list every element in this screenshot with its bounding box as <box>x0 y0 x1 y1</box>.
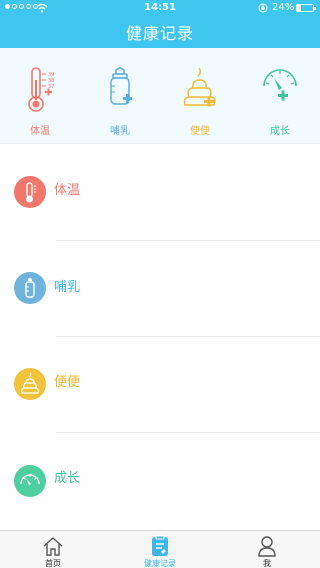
profile-icon <box>258 536 276 557</box>
tab-label: 我 <box>263 559 271 568</box>
tab-home[interactable]: 首页 <box>0 531 106 568</box>
list-item-label: 哺乳 <box>54 280 81 295</box>
list-item-temperature[interactable]: 体温 <box>0 144 320 241</box>
tab-health-record[interactable]: 健康记录 <box>107 531 213 568</box>
record-list: 体温 哺乳 便便 成长 <box>0 144 320 530</box>
home-icon <box>43 537 63 556</box>
quick-add-label: 哺乳 <box>110 126 130 137</box>
quick-add-label: 体温 <box>30 126 50 137</box>
status-bar: 14:51 24% <box>0 0 320 16</box>
battery-icon <box>296 4 316 12</box>
quick-add-label: 便便 <box>190 126 210 137</box>
battery-percent: 24% <box>272 2 295 13</box>
list-item-label: 成长 <box>54 471 81 486</box>
orientation-lock-icon <box>258 3 268 13</box>
list-item-stool[interactable]: 便便 <box>0 337 320 433</box>
growth-gauge-icon <box>263 69 297 101</box>
list-item-label: 体温 <box>54 183 81 198</box>
quick-add-growth[interactable]: 成长 <box>240 48 320 144</box>
poop-icon <box>14 368 46 400</box>
thermometer-icon: 39 38 37 <box>28 67 54 112</box>
baby-bottle-icon <box>14 272 46 304</box>
quick-add-label: 成长 <box>270 126 290 137</box>
list-item-feeding[interactable]: 哺乳 <box>0 241 320 337</box>
list-item-label: 便便 <box>54 375 81 390</box>
growth-gauge-icon <box>14 465 46 497</box>
quick-add-bar: 39 38 37 体温 哺乳 便便 成长 <box>0 48 320 144</box>
health-record-icon <box>152 535 168 556</box>
quick-add-temperature[interactable]: 39 38 37 体温 <box>0 48 80 144</box>
tab-label: 首页 <box>45 559 61 568</box>
quick-add-stool[interactable]: 便便 <box>160 48 240 144</box>
tab-label: 健康记录 <box>144 559 176 568</box>
tab-bar: 首页 健康记录 我 <box>0 530 320 568</box>
page-title: 健康记录 <box>125 24 194 43</box>
thermometer-icon <box>14 176 46 208</box>
tab-profile[interactable]: 我 <box>214 531 320 568</box>
poop-icon <box>183 67 216 107</box>
list-item-growth[interactable]: 成长 <box>0 433 320 529</box>
quick-add-feeding[interactable]: 哺乳 <box>80 48 160 144</box>
baby-bottle-icon <box>110 67 132 105</box>
app-header: 14:51 24% 健康记录 <box>0 0 320 48</box>
